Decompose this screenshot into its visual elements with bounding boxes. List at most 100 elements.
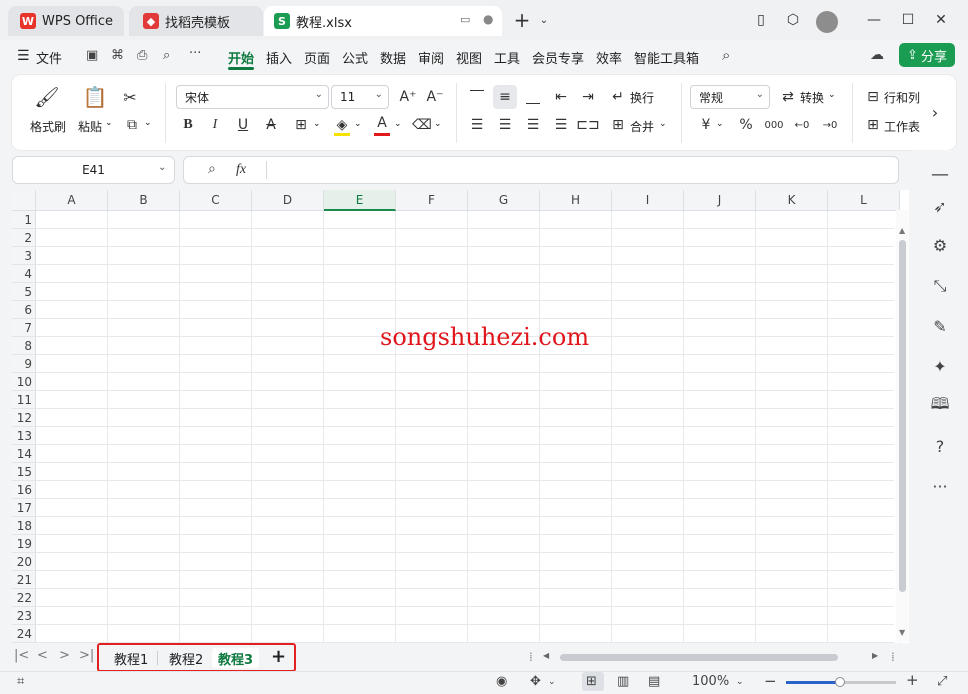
- share-button[interactable]: ⇪ 分享: [899, 43, 955, 67]
- convert-icon[interactable]: ⇄: [778, 87, 798, 107]
- worksheet-icon[interactable]: ⊞: [863, 115, 883, 135]
- chevron-down-icon[interactable]: ⌄: [105, 118, 113, 128]
- row-header-2[interactable]: 2: [12, 229, 36, 247]
- menu-review[interactable]: 审阅: [418, 48, 444, 67]
- select-all-corner[interactable]: [12, 190, 36, 211]
- sheet-tab-3[interactable]: 教程3: [212, 648, 260, 668]
- avatar[interactable]: [816, 11, 838, 33]
- tab-spreadsheet-file[interactable]: S 教程.xlsx ▭ ●: [264, 6, 502, 36]
- spreadsheet-grid[interactable]: ABCDEFGHIJKL 1 2 3 4 5 6 7 8 9 10 11 12 13 14 15 16 17 18…: [12, 190, 909, 643]
- normal-view-icon[interactable]: ⊞: [586, 674, 597, 689]
- h-scroll-divider-icon[interactable]: ⁞: [529, 650, 533, 664]
- row-header-17[interactable]: 17: [12, 499, 36, 517]
- chevron-down-icon[interactable]: ⌄: [736, 677, 744, 687]
- wrap-text-icon[interactable]: ↵: [608, 87, 628, 107]
- menu-member[interactable]: 会员专享: [532, 48, 584, 67]
- number-format-select[interactable]: 常规 ⌄: [690, 85, 770, 109]
- copy-icon[interactable]: ⧉: [122, 115, 142, 135]
- paste-icon[interactable]: 📋: [82, 85, 108, 109]
- book-search-icon[interactable]: 🕮: [928, 394, 952, 418]
- row-header-24[interactable]: 24: [12, 625, 36, 643]
- decrease-indent-icon[interactable]: ⇤: [551, 87, 571, 107]
- italic-button[interactable]: I: [205, 115, 225, 135]
- cube-icon[interactable]: ⬡: [783, 10, 803, 30]
- transform-icon[interactable]: ⤡: [928, 274, 952, 298]
- more-options-icon[interactable]: ···: [928, 474, 952, 498]
- zoom-out-button[interactable]: −: [764, 672, 777, 690]
- row-header-1[interactable]: 1: [12, 211, 36, 229]
- more-icon[interactable]: ···: [189, 46, 201, 61]
- row-header-20[interactable]: 20: [12, 553, 36, 571]
- eye-protect-icon[interactable]: ◉: [496, 674, 507, 689]
- vertical-scroll-thumb[interactable]: [899, 240, 906, 592]
- align-top-icon[interactable]: ⎺: [467, 87, 487, 107]
- menu-insert[interactable]: 插入: [266, 48, 292, 67]
- zoom-slider-handle[interactable]: [835, 677, 845, 687]
- column-header-l[interactable]: L: [828, 190, 900, 211]
- menu-efficiency[interactable]: 效率: [596, 48, 622, 67]
- formula-bar[interactable]: ⌕ fx: [183, 156, 899, 184]
- increase-decimal-icon[interactable]: ←0: [791, 115, 813, 135]
- insert-function-button[interactable]: fx: [236, 162, 246, 178]
- row-header-9[interactable]: 9: [12, 355, 36, 373]
- scroll-left-icon[interactable]: ◀: [543, 651, 549, 660]
- chevron-down-icon[interactable]: ⌄: [716, 119, 724, 129]
- tab-docer-templates[interactable]: ◆ 找稻壳模板: [129, 6, 263, 36]
- align-left-icon[interactable]: ☰: [467, 115, 487, 135]
- eraser-icon[interactable]: ⌫: [412, 115, 432, 135]
- scroll-up-icon[interactable]: ▲: [899, 226, 905, 235]
- column-header-g[interactable]: G: [468, 190, 540, 211]
- row-header-13[interactable]: 13: [12, 427, 36, 445]
- row-header-6[interactable]: 6: [12, 301, 36, 319]
- chevron-down-icon[interactable]: ⌄: [534, 10, 554, 30]
- last-sheet-icon[interactable]: >|: [79, 648, 94, 663]
- monitor-icon[interactable]: ▭: [460, 13, 470, 26]
- macro-record-icon[interactable]: ⌗: [17, 674, 24, 689]
- thousands-separator-icon[interactable]: 000: [764, 115, 784, 135]
- font-size-select[interactable]: 11 ⌄: [331, 85, 389, 109]
- worksheet-button[interactable]: 工作表: [884, 118, 920, 135]
- increase-indent-icon[interactable]: ⇥: [578, 87, 598, 107]
- select-cursor-icon[interactable]: ➶: [928, 194, 952, 218]
- column-header-a[interactable]: A: [36, 190, 108, 211]
- wrap-text-button[interactable]: 换行: [630, 89, 654, 106]
- close-icon[interactable]: ✕: [931, 10, 951, 30]
- column-header-h[interactable]: H: [540, 190, 612, 211]
- chart-style-icon[interactable]: ✎: [928, 314, 952, 338]
- name-box[interactable]: E41 ⌄: [12, 156, 175, 184]
- ribbon-scroll-right-icon[interactable]: ›: [926, 100, 944, 124]
- border-icon[interactable]: ⊞: [291, 115, 311, 135]
- menu-home[interactable]: 开始: [228, 48, 254, 67]
- strikethrough-button[interactable]: A: [261, 115, 281, 135]
- chevron-down-icon[interactable]: ⌄: [434, 119, 442, 129]
- print-icon[interactable]: ⎙: [137, 48, 147, 63]
- chevron-down-icon[interactable]: ⌄: [548, 677, 556, 687]
- layout-icon[interactable]: ▯: [751, 10, 771, 30]
- minimize-icon[interactable]: —: [864, 10, 884, 30]
- cloud-icon[interactable]: ☁: [870, 47, 884, 63]
- row-header-22[interactable]: 22: [12, 589, 36, 607]
- row-header-3[interactable]: 3: [12, 247, 36, 265]
- chevron-down-icon[interactable]: ⌄: [394, 119, 402, 129]
- row-header-18[interactable]: 18: [12, 517, 36, 535]
- tab-wps-office[interactable]: W WPS Office: [8, 6, 124, 36]
- column-header-b[interactable]: B: [108, 190, 180, 211]
- row-header-4[interactable]: 4: [12, 265, 36, 283]
- help-icon[interactable]: ?: [928, 434, 952, 458]
- column-header-i[interactable]: I: [612, 190, 684, 211]
- align-right-icon[interactable]: ☰: [523, 115, 543, 135]
- menu-file[interactable]: 文件: [36, 48, 62, 67]
- column-header-c[interactable]: C: [180, 190, 252, 211]
- menu-formula[interactable]: 公式: [342, 48, 368, 67]
- currency-button[interactable]: ¥: [696, 115, 716, 135]
- underline-button[interactable]: U: [233, 115, 253, 135]
- chevron-down-icon[interactable]: ⌄: [313, 119, 321, 129]
- distributed-align-icon[interactable]: ⊏⊐: [576, 115, 599, 135]
- font-name-select[interactable]: 宋体 ⌄: [176, 85, 329, 109]
- zoom-level[interactable]: 100%: [692, 674, 729, 689]
- align-middle-icon[interactable]: ≡: [493, 85, 517, 109]
- zoom-in-button[interactable]: +: [906, 671, 919, 689]
- row-header-10[interactable]: 10: [12, 373, 36, 391]
- add-sheet-button[interactable]: +: [271, 646, 286, 667]
- merge-button[interactable]: 合并: [630, 118, 654, 135]
